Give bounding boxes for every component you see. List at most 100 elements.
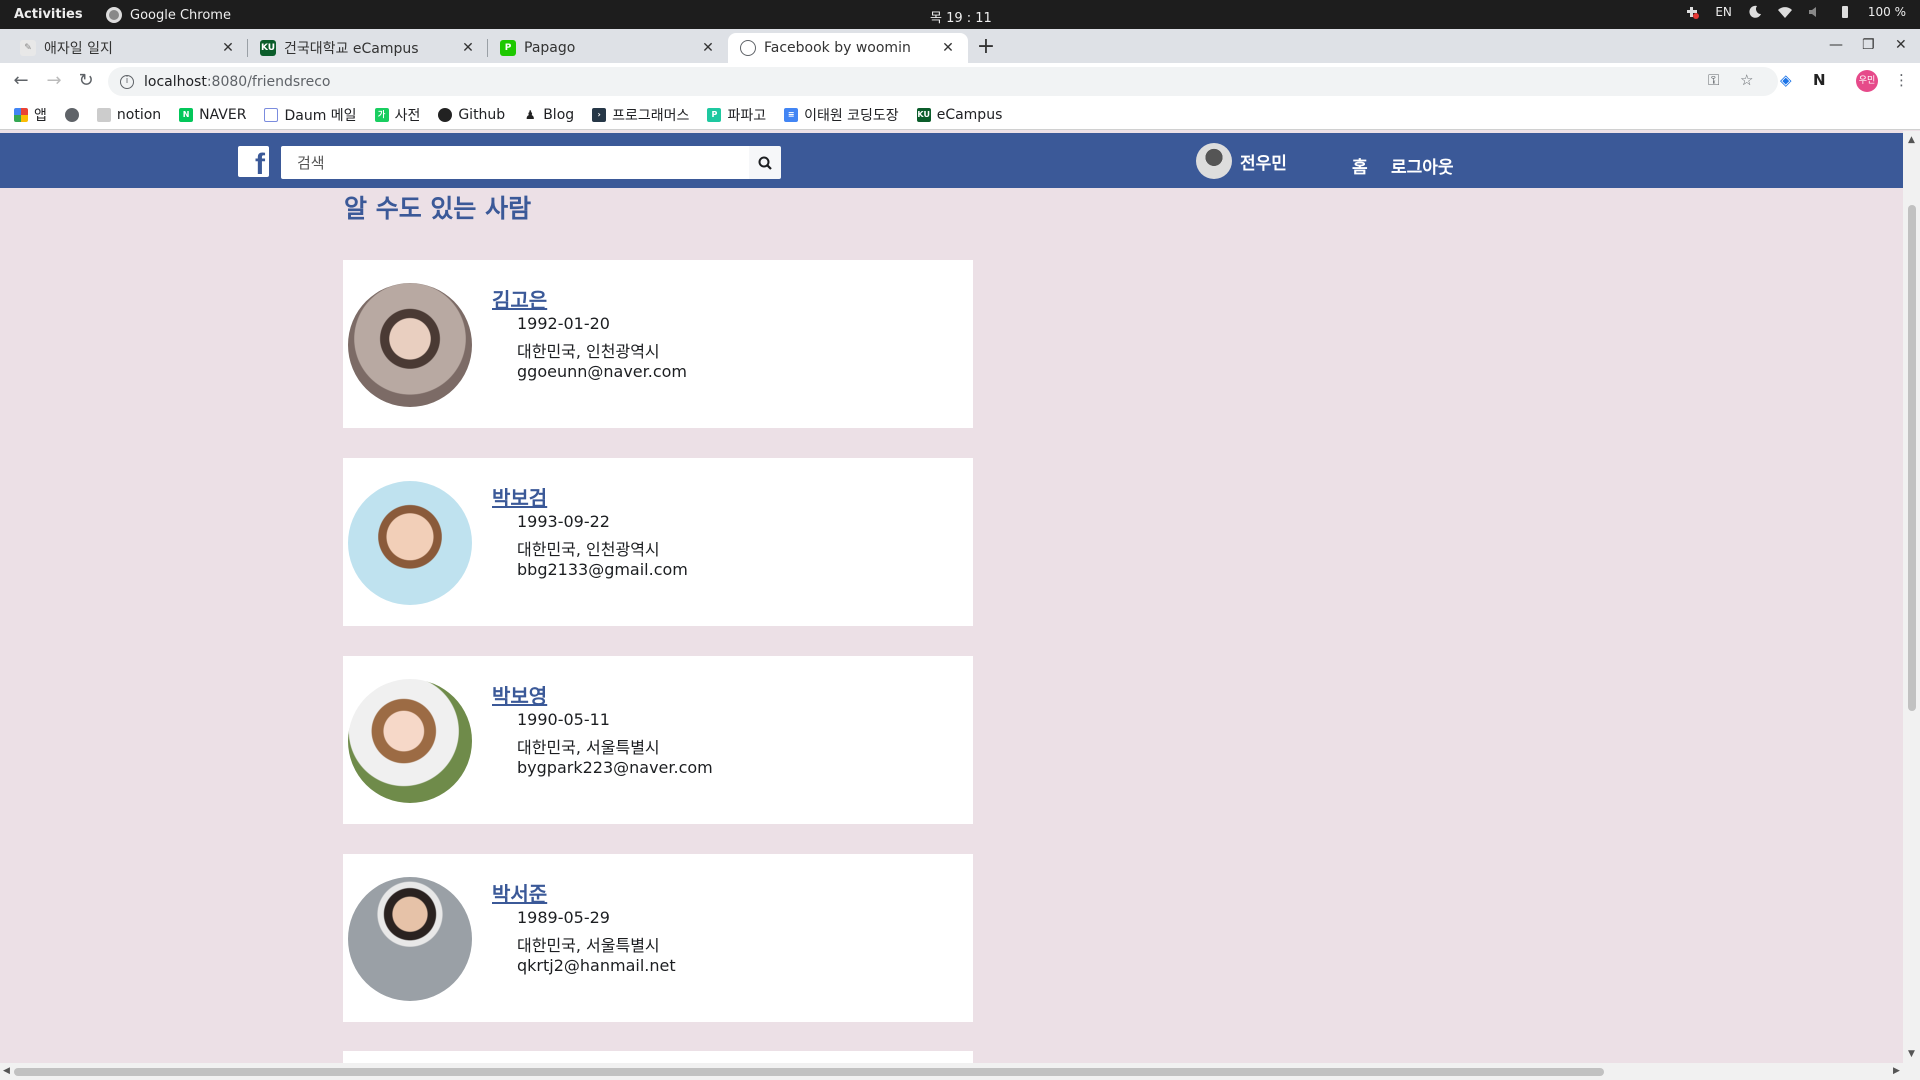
back-icon[interactable]: ←	[9, 69, 33, 93]
notion-extension-icon[interactable]: N	[1813, 71, 1826, 89]
menu-kebab-icon[interactable]: ⋮	[1894, 71, 1909, 89]
bookmark-coding-dojang[interactable]: ≡ 이태원 코딩도장	[784, 105, 899, 125]
reload-icon[interactable]: ↻	[74, 69, 98, 93]
bookmark-label: Github	[458, 106, 506, 123]
search-input[interactable]: 검색	[281, 146, 749, 179]
site-header: f 검색 전우민 홈 로그아웃	[0, 133, 1903, 188]
dictionary-icon: 가	[374, 107, 389, 122]
bookmark-dictionary[interactable]: 가 사전	[374, 105, 420, 125]
ku-favicon-icon: KU	[260, 40, 276, 56]
globe-icon	[64, 107, 79, 122]
papago-icon: P	[707, 107, 722, 122]
clock[interactable]: 목 19 : 11	[930, 7, 992, 26]
tab-papago[interactable]: P Papago ✕	[488, 33, 728, 63]
friend-name-link[interactable]: 박서준	[492, 878, 547, 907]
night-light-icon	[1749, 5, 1761, 18]
app-name: Google Chrome	[130, 7, 231, 23]
scroll-left-icon[interactable]: ◀	[3, 1066, 10, 1076]
system-tray[interactable]: EN 100 %	[1685, 5, 1906, 19]
tab-facebook[interactable]: Facebook by woomin ✕	[728, 33, 968, 63]
friend-photo[interactable]	[348, 679, 472, 803]
activities-button[interactable]: Activities	[14, 7, 83, 22]
friend-card	[343, 1051, 973, 1063]
close-tab-icon[interactable]: ✕	[460, 40, 476, 56]
restore-icon[interactable]: ❐	[1862, 37, 1875, 53]
forward-icon[interactable]: →	[42, 69, 66, 93]
close-tab-icon[interactable]: ✕	[940, 40, 956, 56]
globe-favicon-icon	[740, 40, 756, 56]
bookmark-label: NAVER	[199, 106, 247, 123]
tab-ecampus[interactable]: KU 건국대학교 eCampus ✕	[248, 33, 488, 63]
bookmark-naver[interactable]: N NAVER	[179, 107, 246, 123]
page-viewport: f 검색 전우민 홈 로그아웃 알 수도 있는 사람 김고은 1992-01-2…	[0, 131, 1903, 1063]
profile-avatar[interactable]: 우민	[1856, 70, 1878, 92]
scroll-up-icon[interactable]: ▲	[1908, 135, 1915, 145]
friend-photo[interactable]	[348, 481, 472, 605]
scroll-thumb[interactable]	[14, 1068, 1604, 1076]
bookmark-notion[interactable]: notion	[96, 107, 161, 123]
scroll-thumb[interactable]	[1908, 205, 1916, 711]
friend-name-link[interactable]: 박보영	[492, 680, 547, 709]
tab-title: Papago	[524, 40, 576, 56]
friend-name-link[interactable]: 김고은	[492, 284, 547, 313]
facebook-logo-icon[interactable]: f	[238, 146, 269, 177]
friend-birthdate: 1993-09-22	[517, 512, 610, 531]
bookmark-ecampus[interactable]: KU eCampus	[916, 107, 1002, 123]
avatar	[1196, 143, 1232, 179]
tab-title: 건국대학교 eCampus	[284, 41, 419, 57]
friend-name-link[interactable]: 박보검	[492, 482, 547, 511]
bookmark-globe[interactable]	[64, 107, 79, 122]
friend-location: 대한민국, 서울특별시	[517, 936, 660, 955]
bookmark-apps[interactable]: 앱	[14, 105, 47, 125]
slack-icon	[1687, 7, 1700, 19]
close-tab-icon[interactable]: ✕	[700, 40, 716, 56]
friend-email: ggoeunn@naver.com	[517, 362, 687, 381]
search-icon	[758, 156, 772, 170]
system-top-bar: Activities Google Chrome 목 19 : 11 EN 10…	[0, 0, 1920, 29]
tab-strip: ✎ 애자일 일지 ✕ KU 건국대학교 eCampus ✕ P Papago ✕…	[0, 29, 1920, 63]
new-tab-button[interactable]: +	[972, 34, 1000, 62]
battery-icon	[1841, 6, 1848, 18]
ku-icon: KU	[916, 107, 931, 122]
friend-birthdate: 1989-05-29	[517, 908, 610, 927]
bookmark-star-icon[interactable]: ☆	[1740, 71, 1753, 89]
horizontal-scrollbar[interactable]: ◀ ▶	[0, 1063, 1920, 1080]
battery-percent: 100 %	[1867, 5, 1906, 19]
bookmark-label: 프로그래머스	[612, 107, 690, 124]
naver-icon: N	[179, 107, 194, 122]
scroll-right-icon[interactable]: ▶	[1893, 1066, 1900, 1076]
site-info-icon[interactable]: i	[120, 74, 134, 89]
bookmark-github[interactable]: Github	[438, 107, 505, 123]
close-tab-icon[interactable]: ✕	[220, 40, 236, 56]
tab-agile-log[interactable]: ✎ 애자일 일지 ✕	[8, 33, 248, 63]
wifi-icon	[1777, 7, 1792, 18]
friend-card: 박서준 1989-05-29 대한민국, 서울특별시 qkrtj2@hanmai…	[343, 854, 973, 1022]
address-bar[interactable]: i localhost:8080/friendsreco	[108, 67, 1778, 96]
extension-icon[interactable]: ◈	[1780, 71, 1792, 89]
github-icon	[438, 107, 453, 122]
bookmark-papago[interactable]: P 파파고	[707, 105, 766, 125]
friend-email: bbg2133@gmail.com	[517, 560, 688, 579]
notion-icon	[96, 107, 111, 122]
home-link[interactable]: 홈	[1352, 153, 1368, 178]
bookmark-programmers[interactable]: › 프로그래머스	[592, 105, 689, 125]
logout-link[interactable]: 로그아웃	[1391, 153, 1454, 178]
close-window-icon[interactable]: ✕	[1895, 37, 1907, 53]
chrome-icon	[106, 7, 122, 23]
vertical-scrollbar[interactable]: ▲ ▼	[1903, 131, 1920, 1063]
bookmark-label: Daum 메일	[284, 107, 357, 124]
minimize-icon[interactable]: —	[1829, 37, 1843, 53]
bookmark-label: 앱	[34, 107, 47, 124]
app-menu[interactable]: Google Chrome	[106, 7, 231, 23]
page-title: 알 수도 있는 사람	[344, 194, 532, 223]
friend-photo[interactable]	[348, 283, 472, 407]
current-user[interactable]: 전우민	[1196, 143, 1287, 179]
papago-favicon-icon: P	[500, 40, 516, 56]
scroll-down-icon[interactable]: ▼	[1908, 1049, 1915, 1059]
search-button[interactable]	[749, 146, 781, 179]
bookmark-blog[interactable]: ♟ Blog	[523, 107, 574, 123]
key-icon[interactable]: ⚿	[1708, 71, 1719, 89]
friend-email: bygpark223@naver.com	[517, 758, 713, 777]
bookmark-daum-mail[interactable]: Daum 메일	[264, 105, 357, 125]
friend-photo[interactable]	[348, 877, 472, 1001]
